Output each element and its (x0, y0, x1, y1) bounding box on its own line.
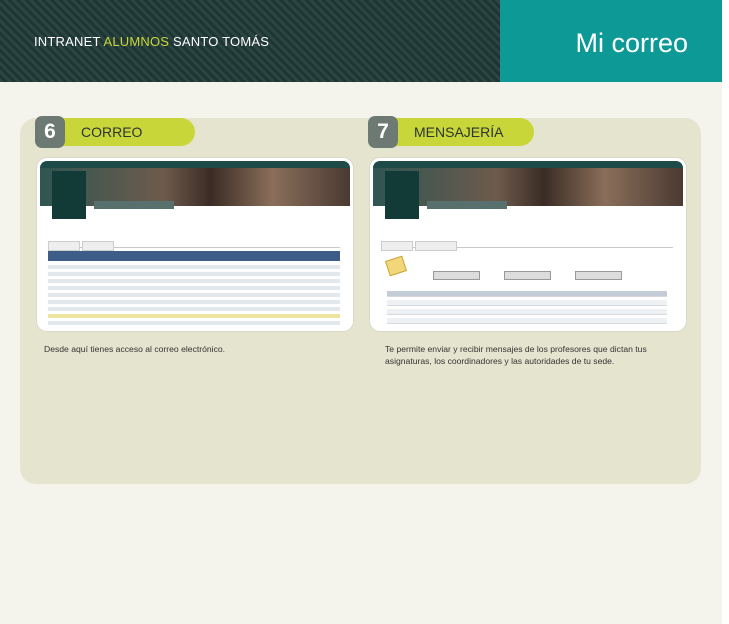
correo-description: Desde aquí tienes acceso al correo elect… (44, 344, 226, 354)
santo-tomas-logo (52, 171, 86, 219)
screenshot-banner (373, 168, 683, 206)
section-tab-mensajeria: 7 MENSAJERÍA (368, 116, 534, 148)
page-title: Mi correo (575, 28, 688, 58)
section-title: MENSAJERÍA (414, 124, 504, 140)
page: INTRANET ALUMNOS SANTO TOMÁS Mi correo 6… (0, 0, 722, 624)
screenshot-nav (94, 201, 174, 209)
message-buttons (433, 267, 663, 285)
header-title: INTRANET ALUMNOS SANTO TOMÁS (34, 34, 269, 49)
screenshot-nav (427, 201, 507, 209)
screenshot-tabs (48, 238, 340, 251)
mensajeria-description: Te permite enviar y recibir mensajes de … (385, 343, 647, 367)
section-tab-correo: 6 CORREO (35, 116, 195, 148)
mensajeria-description-line1: Te permite enviar y recibir mensajes de … (385, 344, 647, 354)
inbox-table (387, 291, 667, 327)
header-accent: ALUMNOS (103, 34, 170, 49)
section-number-badge: 6 (35, 116, 65, 148)
header-bar: INTRANET ALUMNOS SANTO TOMÁS (0, 0, 500, 82)
mensajeria-description-line2: asignaturas, los coordinadores y las aut… (385, 356, 615, 366)
header-prefix: INTRANET (34, 34, 101, 49)
screenshot-topbar (373, 161, 683, 168)
mail-list (48, 265, 340, 328)
header-suffix: SANTO TOMÁS (173, 34, 270, 49)
outlook-web-access-bar (48, 251, 340, 261)
section-title: CORREO (81, 124, 143, 140)
screenshot-tabs (381, 238, 673, 251)
section-number-badge: 7 (368, 116, 398, 148)
header-title-block: Mi correo (500, 0, 722, 82)
envelope-icon (384, 255, 408, 277)
santo-tomas-logo (385, 171, 419, 219)
screenshot-banner (40, 168, 350, 206)
correo-screenshot (37, 158, 353, 331)
screenshot-topbar (40, 161, 350, 168)
mensajeria-screenshot (370, 158, 686, 331)
